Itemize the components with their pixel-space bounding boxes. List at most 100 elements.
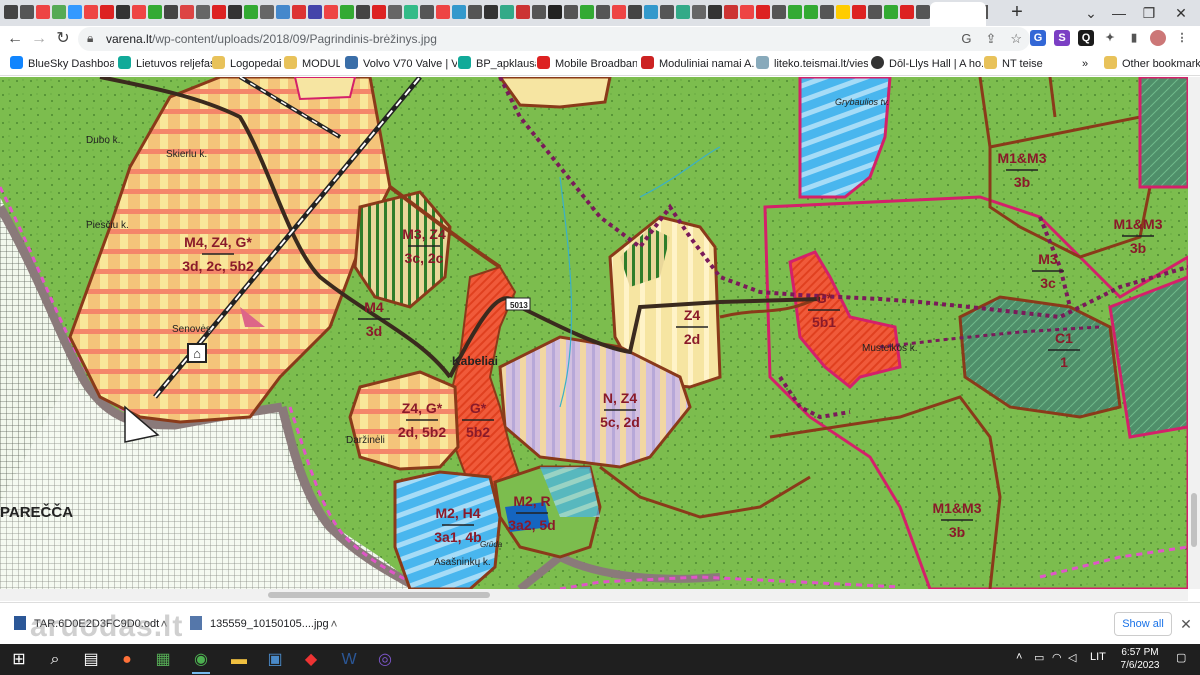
tab-favicon-icon[interactable] [644, 5, 658, 19]
language-indicator[interactable]: LIT [1090, 651, 1106, 663]
tab-favicon-icon[interactable] [244, 5, 258, 19]
tab-favicon-icon[interactable] [916, 5, 930, 19]
tab-favicon-icon[interactable] [276, 5, 290, 19]
tab-favicon-icon[interactable] [308, 5, 322, 19]
tab-favicon-icon[interactable] [564, 5, 578, 19]
tab-favicon-icon[interactable] [452, 5, 466, 19]
tab-favicon-icon[interactable] [68, 5, 82, 19]
menu-kebab-icon[interactable]: ⋮ [1174, 30, 1190, 46]
bookmark-item[interactable]: NT teise [984, 56, 1054, 72]
close-window-button[interactable]: ✕ [1166, 2, 1196, 24]
tab-favicon-icon[interactable] [132, 5, 146, 19]
tab-favicon-icon[interactable] [436, 5, 450, 19]
minimize-button[interactable]: — [1104, 2, 1134, 24]
file-explorer-icon[interactable]: ▬ [224, 648, 254, 672]
share-icon[interactable]: ⇪ [985, 31, 996, 47]
tab-favicon-icon[interactable] [84, 5, 98, 19]
tab-favicon-icon[interactable] [628, 5, 642, 19]
back-button[interactable]: ← [4, 28, 26, 50]
battery-icon[interactable]: ▭ [1034, 651, 1044, 664]
firefox-icon[interactable]: ● [112, 648, 142, 672]
translate-extension-icon[interactable]: G [1030, 30, 1046, 46]
image-viewport[interactable]: ⌂ Dubo k. Skierlu k. Piesčiu k. Senovės … [0, 77, 1188, 589]
tab-favicon-icon[interactable] [420, 5, 434, 19]
tab-favicon-icon[interactable] [868, 5, 882, 19]
vertical-scrollbar[interactable] [1188, 77, 1200, 589]
tab-favicon-icon[interactable] [852, 5, 866, 19]
tab-favicon-icon[interactable] [500, 5, 514, 19]
tab-search-icon[interactable]: ⌄ [1076, 2, 1106, 24]
puzzle-extensions-icon[interactable]: ✦ [1102, 30, 1118, 46]
tab-favicon-icon[interactable] [836, 5, 850, 19]
tab-favicon-icon[interactable] [372, 5, 386, 19]
tab-favicon-icon[interactable] [20, 5, 34, 19]
volume-icon[interactable]: ◁ [1068, 651, 1076, 664]
tab-favicon-icon[interactable] [532, 5, 546, 19]
reload-button[interactable]: ↻ [52, 28, 74, 50]
show-all-button[interactable]: Show all [1114, 612, 1172, 636]
tab-favicon-icon[interactable] [788, 5, 802, 19]
tab-favicon-icon[interactable] [228, 5, 242, 19]
tab-favicon-icon[interactable] [340, 5, 354, 19]
download-item[interactable]: 135559_10150105....jpg [190, 613, 329, 635]
tab-favicon-icon[interactable] [4, 5, 18, 19]
tab-favicon-icon[interactable] [468, 5, 482, 19]
system-clock[interactable]: 6:57 PM 7/6/2023 [1112, 646, 1168, 672]
chevron-up-icon[interactable]: ˄ [326, 613, 342, 635]
tab-favicon-icon[interactable] [212, 5, 226, 19]
google-lens-icon[interactable]: G [961, 31, 971, 47]
tab-favicon-icon[interactable] [100, 5, 114, 19]
close-icon[interactable]: ✕ [1178, 613, 1194, 635]
s-extension-icon[interactable]: S [1054, 30, 1070, 46]
task-view-icon[interactable]: ▤ [76, 648, 106, 672]
tab-favicon-icon[interactable] [516, 5, 530, 19]
tab-favicon-icon[interactable] [324, 5, 338, 19]
tab-favicon-icon[interactable] [580, 5, 594, 19]
url-text[interactable]: varena.lt/wp-content/uploads/2018/09/Pag… [106, 32, 437, 46]
tab-favicon-icon[interactable] [756, 5, 770, 19]
tab-favicon-icon[interactable] [740, 5, 754, 19]
bookmark-item[interactable]: Dōl-Llys Hall | A ho... [871, 56, 983, 72]
bookmark-item[interactable]: Mobile Broadband [537, 56, 637, 72]
tab-favicon-icon[interactable] [804, 5, 818, 19]
tab-favicon-icon[interactable] [676, 5, 690, 19]
active-tab[interactable] [930, 2, 986, 26]
bookmark-item[interactable]: Moduliniai namai A... [641, 56, 755, 72]
tab-favicon-icon[interactable] [692, 5, 706, 19]
sidebar-icon[interactable]: ▮ [1126, 30, 1142, 46]
tab-favicon-icon[interactable] [884, 5, 898, 19]
bookmark-item[interactable]: Lietuvos reljefas [118, 56, 212, 72]
tab-favicon-icon[interactable] [548, 5, 562, 19]
other-bookmarks[interactable]: Other bookmarks [1104, 56, 1200, 72]
bookmark-item[interactable]: Volvo V70 Valve | V... [345, 56, 457, 72]
tab-favicon-icon[interactable] [660, 5, 674, 19]
tab-favicon-icon[interactable] [900, 5, 914, 19]
maximize-button[interactable]: ❐ [1134, 2, 1164, 24]
forward-button[interactable]: → [28, 28, 50, 50]
bookmarks-overflow-button[interactable]: » [1082, 56, 1098, 72]
tab-favicon-icon[interactable] [52, 5, 66, 19]
viber-icon[interactable]: ◎ [370, 648, 400, 672]
tab-favicon-icon[interactable] [356, 5, 370, 19]
notification-icon[interactable]: ▢ [1176, 651, 1186, 664]
bookmark-star-icon[interactable]: ☆ [1010, 31, 1022, 47]
tab-favicon-icon[interactable] [164, 5, 178, 19]
tab-favicon-icon[interactable] [772, 5, 786, 19]
tab-favicon-icon[interactable] [196, 5, 210, 19]
tab-favicon-icon[interactable] [612, 5, 626, 19]
q-extension-icon[interactable]: Q [1078, 30, 1094, 46]
tab-favicon-icon[interactable] [180, 5, 194, 19]
tab-favicon-icon[interactable] [820, 5, 834, 19]
bookmark-item[interactable]: BP_apklausa [458, 56, 536, 72]
horizontal-scroll-thumb[interactable] [268, 592, 490, 598]
vertical-scroll-thumb[interactable] [1191, 493, 1197, 547]
remote-desktop-icon[interactable]: ▣ [260, 648, 290, 672]
wifi-icon[interactable]: ◠ [1052, 651, 1062, 664]
tab-favicon-icon[interactable] [292, 5, 306, 19]
tab-favicon-icon[interactable] [388, 5, 402, 19]
word-icon[interactable]: W [334, 648, 364, 672]
chevron-up-icon[interactable]: ˄ [1016, 651, 1022, 663]
tab-favicon-icon[interactable] [148, 5, 162, 19]
search-icon[interactable]: ⌕ [40, 648, 70, 672]
profile-avatar[interactable] [1150, 30, 1166, 46]
